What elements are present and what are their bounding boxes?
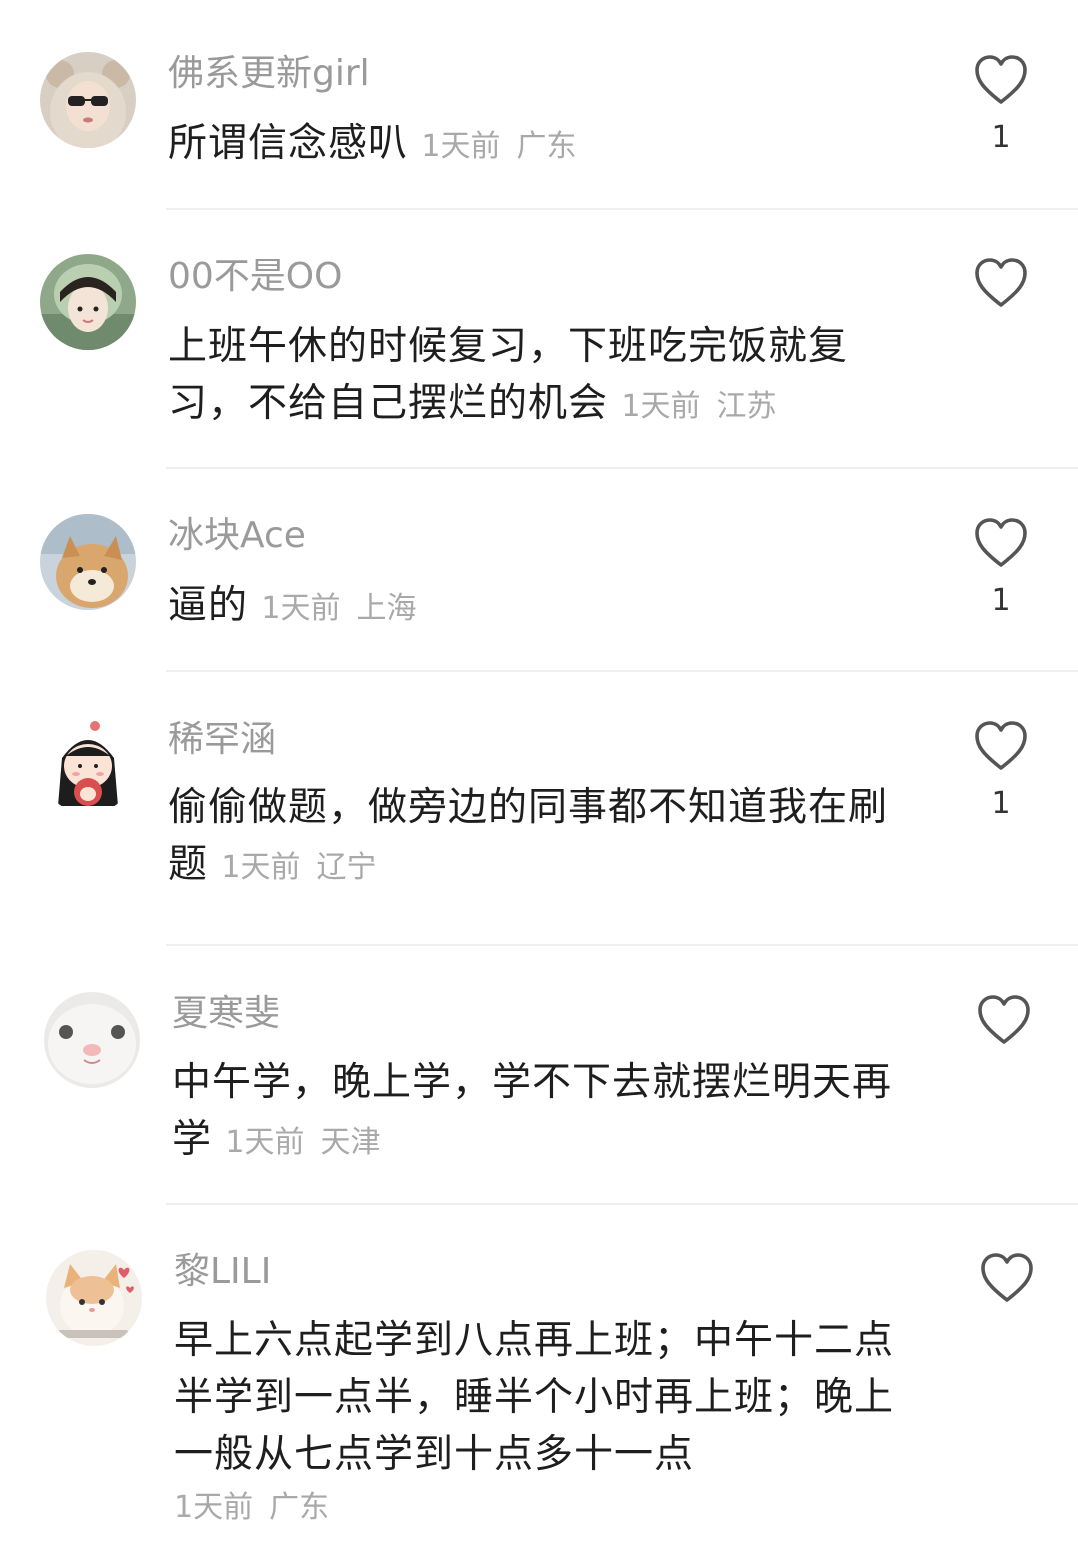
comment-nickname[interactable]: 冰块Ace [168, 514, 306, 558]
comment-nickname[interactable]: 佛系更新girl [168, 52, 370, 96]
like-button[interactable]: 1 [971, 720, 1031, 824]
comment-time: 1天前 [421, 129, 501, 164]
comment-meta: 1天前 江苏 [621, 389, 776, 424]
heart-outline-icon [978, 995, 1030, 1044]
heart-outline-icon [975, 258, 1027, 307]
divider [166, 1203, 1078, 1205]
like-button[interactable]: 1 [971, 54, 1031, 158]
comment-text: 早上六点起学到八点再上班；中午十二点半学到一点半，睡半个小时再上班；晚上一般从七… [174, 1312, 904, 1533]
like-count: 1 [991, 120, 1011, 155]
avatar[interactable] [44, 992, 140, 1088]
comment-location: 天津 [320, 1125, 381, 1160]
comment-location: 广东 [516, 129, 577, 164]
heart-outline-icon [975, 518, 1027, 567]
comment-text: 逼的 1天前 上海 [168, 577, 898, 637]
comment-text: 偷偷做题，做旁边的同事都不知道我在刷题 1天前 辽宁 [168, 779, 898, 896]
comment-location: 广东 [269, 1490, 330, 1525]
comment-nickname[interactable]: 黎LILI [174, 1250, 271, 1294]
comment-text-content: 所谓信念感叭 [168, 121, 409, 166]
comment-meta: 1天前 广东 [421, 129, 576, 164]
divider [166, 670, 1078, 672]
avatar[interactable] [40, 718, 136, 814]
avatar[interactable] [40, 254, 136, 350]
comment-nickname[interactable]: 夏寒斐 [172, 992, 280, 1036]
comment-text-content: 早上六点起学到八点再上班；中午十二点半学到一点半，睡半个小时再上班；晚上一般从七… [174, 1318, 895, 1477]
comment-time: 1天前 [621, 389, 701, 424]
comment-meta: 1天前 广东 [174, 1483, 904, 1533]
comment-location: 江苏 [716, 389, 777, 424]
comment-text-content: 逼的 [168, 583, 249, 628]
like-count: 1 [991, 583, 1011, 618]
comment-nickname[interactable]: 00不是OO [168, 255, 342, 299]
comment-location: 辽宁 [316, 850, 377, 885]
divider [166, 467, 1078, 469]
like-button[interactable]: 1 [971, 517, 1031, 621]
comment-meta: 1天前 天津 [225, 1125, 380, 1160]
comment-meta: 1天前 辽宁 [221, 850, 376, 885]
avatar[interactable] [40, 52, 136, 148]
like-count: 1 [991, 786, 1011, 821]
comment-time: 1天前 [221, 850, 301, 885]
comment-text: 所谓信念感叭 1天前 广东 [168, 115, 898, 175]
comment-time: 1天前 [174, 1490, 254, 1525]
like-button[interactable] [971, 257, 1031, 321]
comment-text: 上班午休的时候复习，下班吃完饭就复习，不给自己摆烂的机会 1天前 江苏 [168, 318, 898, 435]
heart-outline-icon [975, 721, 1027, 770]
comment-time: 1天前 [261, 591, 341, 626]
like-button[interactable] [974, 994, 1034, 1058]
comment-nickname[interactable]: 稀罕涵 [168, 718, 276, 762]
avatar[interactable] [40, 514, 136, 610]
comment-time: 1天前 [225, 1125, 305, 1160]
avatar[interactable] [46, 1250, 142, 1346]
divider [166, 208, 1078, 210]
divider [166, 944, 1078, 946]
comment-text: 中午学，晚上学，学不下去就摆烂明天再学 1天前 天津 [172, 1054, 902, 1171]
heart-outline-icon [981, 1253, 1033, 1302]
heart-outline-icon [975, 55, 1027, 104]
comment-location: 上海 [356, 591, 417, 626]
like-button[interactable] [977, 1252, 1037, 1316]
comment-meta: 1天前 上海 [261, 591, 416, 626]
